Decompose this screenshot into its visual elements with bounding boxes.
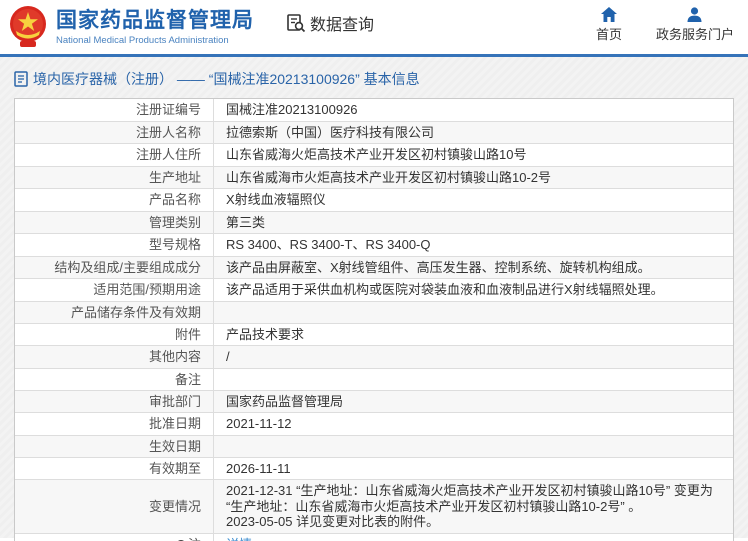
org-title: 国家药品监督管理局 <box>56 8 254 32</box>
row-label: 有效期至 <box>15 457 214 479</box>
table-row: 注册人名称 拉德索斯（中国）医疗科技有限公司 <box>15 121 733 144</box>
table-row: 注详情 <box>15 533 733 541</box>
row-label: 批准日期 <box>15 413 214 435</box>
row-label: 变更情况 <box>15 480 214 533</box>
row-label: 生产地址 <box>15 166 214 188</box>
table-row: 产品名称 X射线血液辐照仪 <box>15 189 733 212</box>
row-label: 产品储存条件及有效期 <box>15 301 214 323</box>
row-label: 结构及组成/主要组成成分 <box>15 256 214 278</box>
row-label: 产品名称 <box>15 189 214 211</box>
row-value <box>214 436 733 457</box>
brand-block: 国家药品监督管理局 National Medical Products Admi… <box>56 9 254 46</box>
info-table: 注册证编号 国械注准20213100926 注册人名称 拉德索斯（中国）医疗科技有限公… <box>14 98 734 541</box>
row-value: 产品技术要求 <box>226 326 305 342</box>
header-nav: 首页 政务服务门户 <box>596 7 734 43</box>
nav-home-label: 首页 <box>595 27 622 42</box>
row-value: 该产品由屏蔽室、X射线管组件、高压发生器、控制系统、旋转机构组成。 <box>226 259 651 275</box>
table-row: 生效日期 <box>15 435 733 458</box>
row-label: 其他内容 <box>15 346 214 368</box>
row-value: X射线血液辐照仪 <box>226 192 326 207</box>
table-row: 适用范围/预期用途 该产品适用于采供血机构或医院对袋装血液和血液制品进行X射线辐照… <box>15 279 733 302</box>
row-value: 国械注准20213100926 <box>226 102 358 117</box>
table-row: 批准日期 2021-11-12 <box>15 413 733 436</box>
row-label: 型号规格 <box>15 234 214 256</box>
row-label: 管理类别 <box>15 211 214 233</box>
row-label: 附件 <box>15 323 214 345</box>
row-value: 国家药品监督管理局 <box>226 393 344 409</box>
row-value: 该产品适用于采供血机构或医院对袋装血液和血液制品进行X射线辐照处理。 <box>226 282 664 297</box>
site-header: 国家药品监督管理局 National Medical Products Admi… <box>0 0 748 57</box>
row-value <box>214 302 733 323</box>
breadcrumb-text: 境内医疗器械（注册） —— “国械注准20213100926” 基本信息 <box>33 71 420 87</box>
row-value-line: 2023-05-05 详见变更对比表的附件。 <box>226 514 440 529</box>
row-value: 山东省威海市火炬高技术产业开发区初村镇骏山路10-2号 <box>226 169 552 185</box>
detail-link[interactable]: 详情 <box>226 537 723 541</box>
document-search-icon <box>287 14 306 33</box>
table-row: 产品储存条件及有效期 <box>15 301 733 324</box>
table-row: 注册证编号 国械注准20213100926 <box>15 99 733 122</box>
nav-home[interactable]: 首页 <box>596 7 622 43</box>
row-label: 适用范围/预期用途 <box>15 279 214 301</box>
table-row: 管理类别 第三类 <box>15 211 733 234</box>
table-row: 审批部门 国家药品监督管理局 <box>15 390 733 413</box>
row-value: RS 3400、RS 3400-T、RS 3400-Q <box>226 237 431 252</box>
row-value-line: 2021-12-31 “生产地址：山东省威海火炬高技术产业开发区初村镇骏山路10… <box>226 483 713 514</box>
table-row: 结构及组成/主要组成成分 该产品由屏蔽室、X射线管组件、高压发生器、控制系统、旋转… <box>15 256 733 279</box>
person-icon <box>687 7 702 22</box>
row-value: 2026-11-11 <box>226 460 291 476</box>
table-row: 变更情况 2021-12-31 “生产地址：山东省威海火炬高技术产业开发区初村镇骏… <box>15 480 733 534</box>
row-value: 山东省威海火炬高技术产业开发区初村镇骏山路10号 <box>226 147 527 162</box>
content-area: 境内医疗器械（注册） —— “国械注准20213100926” 基本信息 注册证… <box>0 57 748 541</box>
row-value: / <box>226 349 230 364</box>
data-query-tab[interactable]: 数据查询 <box>286 11 374 35</box>
row-value: 详情 <box>214 534 733 541</box>
nav-gov-portal[interactable]: 政务服务门户 <box>656 7 734 43</box>
table-row: 注册人住所 山东省威海火炬高技术产业开发区初村镇骏山路10号 <box>15 144 733 167</box>
row-label: 注册人名称 <box>15 121 214 143</box>
row-value: 第三类 <box>226 214 266 230</box>
national-emblem-logo <box>10 6 46 47</box>
row-value <box>214 369 733 390</box>
nav-gov-portal-label: 政务服务门户 <box>655 27 734 42</box>
row-label: 备注 <box>15 368 214 390</box>
table-row: 生产地址 山东省威海市火炬高技术产业开发区初村镇骏山路10-2号 <box>15 166 733 189</box>
breadcrumb: 境内医疗器械（注册） —— “国械注准20213100926” 基本信息 <box>14 66 734 98</box>
row-value: 2021-12-31 “生产地址：山东省威海火炬高技术产业开发区初村镇骏山路10… <box>214 480 733 533</box>
org-subtitle: National Medical Products Administration <box>56 34 229 46</box>
document-icon <box>14 71 28 87</box>
row-label: 注册证编号 <box>15 99 214 121</box>
table-row: 有效期至 2026-11-11 <box>15 457 733 480</box>
table-row: 备注 <box>15 368 733 391</box>
row-label: 生效日期 <box>15 435 214 457</box>
row-label: 审批部门 <box>15 390 214 412</box>
home-icon <box>600 7 617 22</box>
row-value: 拉德索斯（中国）医疗科技有限公司 <box>226 124 435 140</box>
row-label: 注 <box>15 533 214 541</box>
table-row: 附件 产品技术要求 <box>15 323 733 346</box>
table-row: 其他内容 / <box>15 346 733 369</box>
data-query-label: 数据查询 <box>310 17 375 34</box>
row-label: 注册人住所 <box>15 144 214 166</box>
table-row: 型号规格 RS 3400、RS 3400-T、RS 3400-Q <box>15 234 733 257</box>
row-value: 2021-11-12 <box>226 416 292 431</box>
